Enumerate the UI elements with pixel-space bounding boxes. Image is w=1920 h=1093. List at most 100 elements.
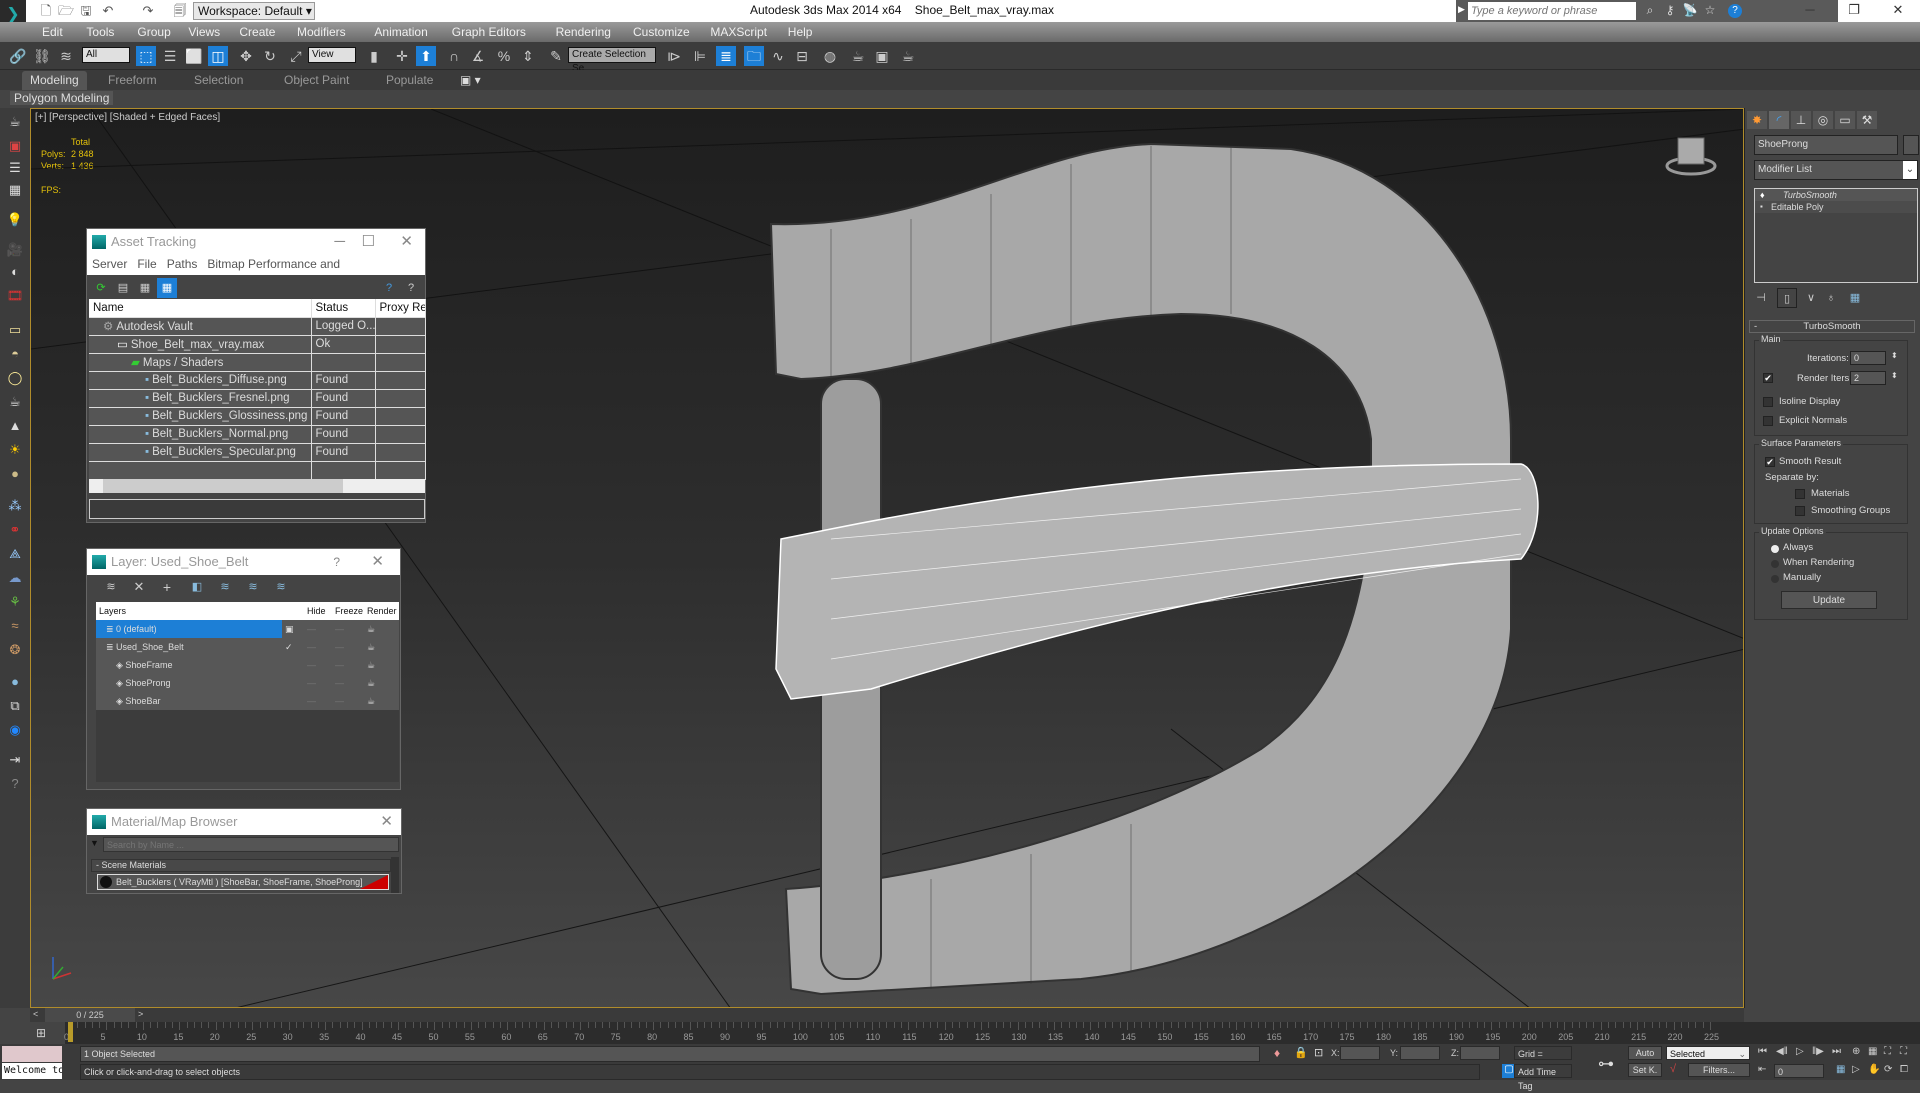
favorites-star-icon[interactable]: ☆ [1702,3,1718,19]
spinner-arrows-icon[interactable]: ⬍ [1891,371,1898,380]
menu-edit[interactable]: Edit [42,25,63,39]
layer-row[interactable]: ≣ Used_Shoe_Belt ✓ — — ☕ [96,638,399,656]
go-to-end-icon[interactable]: ⏭ [1832,1046,1841,1057]
help-icon[interactable]: ? [333,549,340,575]
asset-row[interactable]: ▪ Belt_Bucklers_Normal.png Found [89,425,426,444]
column-name[interactable]: Name [89,299,312,318]
modifier-list-dropdown[interactable]: Modifier List ⌄ [1754,160,1918,180]
named-selection-dropdown[interactable]: Create Selection Se [568,47,656,74]
menu-group[interactable]: Group [137,25,170,39]
bind-space-warp-icon[interactable]: ≋ [56,46,76,66]
save-icon[interactable]: 🖫 [78,3,94,19]
key-icon[interactable]: ⚷ [1662,3,1678,19]
freeze-toggle[interactable]: — [332,620,364,638]
scene-explorer-icon[interactable]: 🗀 [744,46,764,66]
scene-materials-header[interactable]: - Scene Materials [91,859,391,872]
grass-icon[interactable]: ⚘ [6,594,24,610]
help-icon[interactable]: ? [1728,4,1742,18]
set-key-icon[interactable]: ⊶ [1598,1054,1614,1074]
help-search-input[interactable] [1468,2,1636,20]
align-icon[interactable]: ⊫ [690,46,710,66]
play-icon[interactable]: ▷ [1796,1046,1804,1057]
freeze-toggle[interactable]: — [332,692,364,710]
next-frame-arrow-icon[interactable]: > [138,1009,143,1019]
layer-row[interactable]: ◈ ShoeFrame — — ☕ [96,656,399,674]
zoom-icon[interactable]: ⊕ [1852,1046,1860,1057]
select-by-name-icon[interactable]: ☰ [160,46,180,66]
delete-layer-icon[interactable]: ✕ [129,577,149,597]
remove-modifier-icon[interactable]: ♁ [1821,288,1841,308]
workspace-dropdown[interactable]: Workspace: Default ▾ [193,2,315,20]
material-editor-icon[interactable]: ◍ [820,46,840,66]
render-teapot-icon[interactable]: ☕ [364,674,399,692]
schematic-view-icon[interactable]: ⊟ [792,46,812,66]
asset-row[interactable]: ⚙ Autodesk Vault Logged O... [89,317,426,336]
hierarchy-tab-icon[interactable]: ⊥ [1791,111,1811,129]
radio-manually[interactable] [1771,575,1779,583]
menu-graph-editors[interactable]: Graph Editors [452,25,526,39]
maximize-viewport-icon[interactable]: ⧠ [1900,1064,1908,1075]
x-coordinate-field[interactable] [1340,1046,1380,1060]
layer-row[interactable]: ◈ ShoeProng — — ☕ [96,674,399,692]
create-tab-icon[interactable]: ✸ [1747,111,1767,129]
export-icon[interactable]: ⇥ [6,752,24,768]
camera-icon[interactable]: 🎥 [6,242,24,258]
motion-tab-icon[interactable]: ◎ [1813,111,1833,129]
zoom-all-icon[interactable]: ▦ [1868,1046,1877,1057]
highlight-layer-icon[interactable]: ≋ [215,577,235,597]
asset-row[interactable]: ▭ Shoe_Belt_max_vray.max Ok [89,335,426,354]
asset-row[interactable]: ▪ Belt_Bucklers_Diffuse.png Found [89,371,426,390]
show-end-result-icon[interactable]: ▯ [1777,288,1797,308]
spinner-snap-icon[interactable]: ⇕ [518,46,538,66]
expand-arrow-icon[interactable]: ▶ [1458,4,1465,15]
layer-dialog-titlebar[interactable]: Layer: Used_Shoe_Belt ? ✕ [87,549,400,575]
close-icon[interactable]: ✕ [371,549,384,575]
asset-row[interactable]: ▪ Belt_Bucklers_Fresnel.png Found [89,389,426,408]
teapot-icon[interactable]: ☕ [6,114,24,130]
modify-tab-icon[interactable]: ◜ [1769,111,1789,129]
list-icon[interactable]: ☰ [6,160,24,176]
hide-toggle[interactable]: — [304,620,332,638]
vertical-scrollbar[interactable] [391,857,399,893]
table-view-icon[interactable]: ▦ [157,278,177,298]
pivot-center-icon[interactable]: ▮ [364,46,384,66]
render-teapot-icon[interactable]: ☕ [364,638,399,656]
time-slider-track[interactable] [30,1008,1744,1022]
key-tangent-icon[interactable]: √ [1670,1063,1676,1075]
pin-stack-icon[interactable]: ⊣ [1751,288,1771,308]
menu-views[interactable]: Views [188,25,220,39]
freeze-all-icon[interactable]: ≋ [271,577,291,597]
ies-light-icon[interactable]: ● [6,466,24,482]
key-filter-dropdown[interactable]: Selected ⌄ [1666,1046,1750,1060]
stack-item-editable-poly[interactable]: ▪ Editable Poly [1755,201,1917,213]
close-icon[interactable]: ✕ [400,229,413,255]
iterations-spinner[interactable]: 0 [1850,351,1886,365]
track-bar[interactable]: 0 5 10 15 20 25 30 35 40 45 50 55 60 65 70 75 80 85 90 95 10… [64,1022,1920,1044]
panel-icon[interactable]: ▦ [6,182,24,198]
field-of-view-icon[interactable]: ▷ [1852,1064,1860,1075]
radio-always[interactable] [1771,545,1779,553]
particles-icon[interactable]: ⁂ [6,498,24,514]
column-proxy[interactable]: Proxy Re [375,299,426,318]
menu-tools[interactable]: Tools [86,25,114,39]
material-item[interactable]: Belt_Bucklers ( VRayMtl ) [ShoeBar, Shoe… [97,874,389,890]
render-frame-icon[interactable]: ▣ [6,138,24,154]
hide-toggle[interactable]: — [304,674,332,692]
selection-lock-icon[interactable]: 🔒 [1294,1046,1308,1059]
add-to-layer-icon[interactable]: + [157,577,177,597]
render-production-icon[interactable]: ☕ [898,46,918,66]
manipulate-icon[interactable]: ✛ [392,46,412,66]
render-teapot-icon[interactable]: ☕ [364,656,399,674]
ribbon-tab-populate[interactable]: Populate [386,73,433,87]
undo-icon[interactable]: ↶ [100,3,116,19]
window-crossing-icon[interactable]: ◫ [208,46,228,66]
refresh-icon[interactable]: ⟳ [91,278,111,298]
restore-button[interactable]: ❐ [1834,2,1874,20]
rendered-frame-window-icon[interactable]: ▣ [872,46,892,66]
open-file-icon[interactable]: 🗁 [58,3,74,19]
current-layer-indicator[interactable] [282,656,304,674]
key-filters-button[interactable]: Filters... [1688,1063,1750,1077]
key-mode-icon[interactable]: ⇤ [1758,1064,1766,1075]
zoom-extents-icon[interactable]: ⛶ [1884,1046,1891,1057]
current-layer-indicator[interactable] [282,692,304,710]
